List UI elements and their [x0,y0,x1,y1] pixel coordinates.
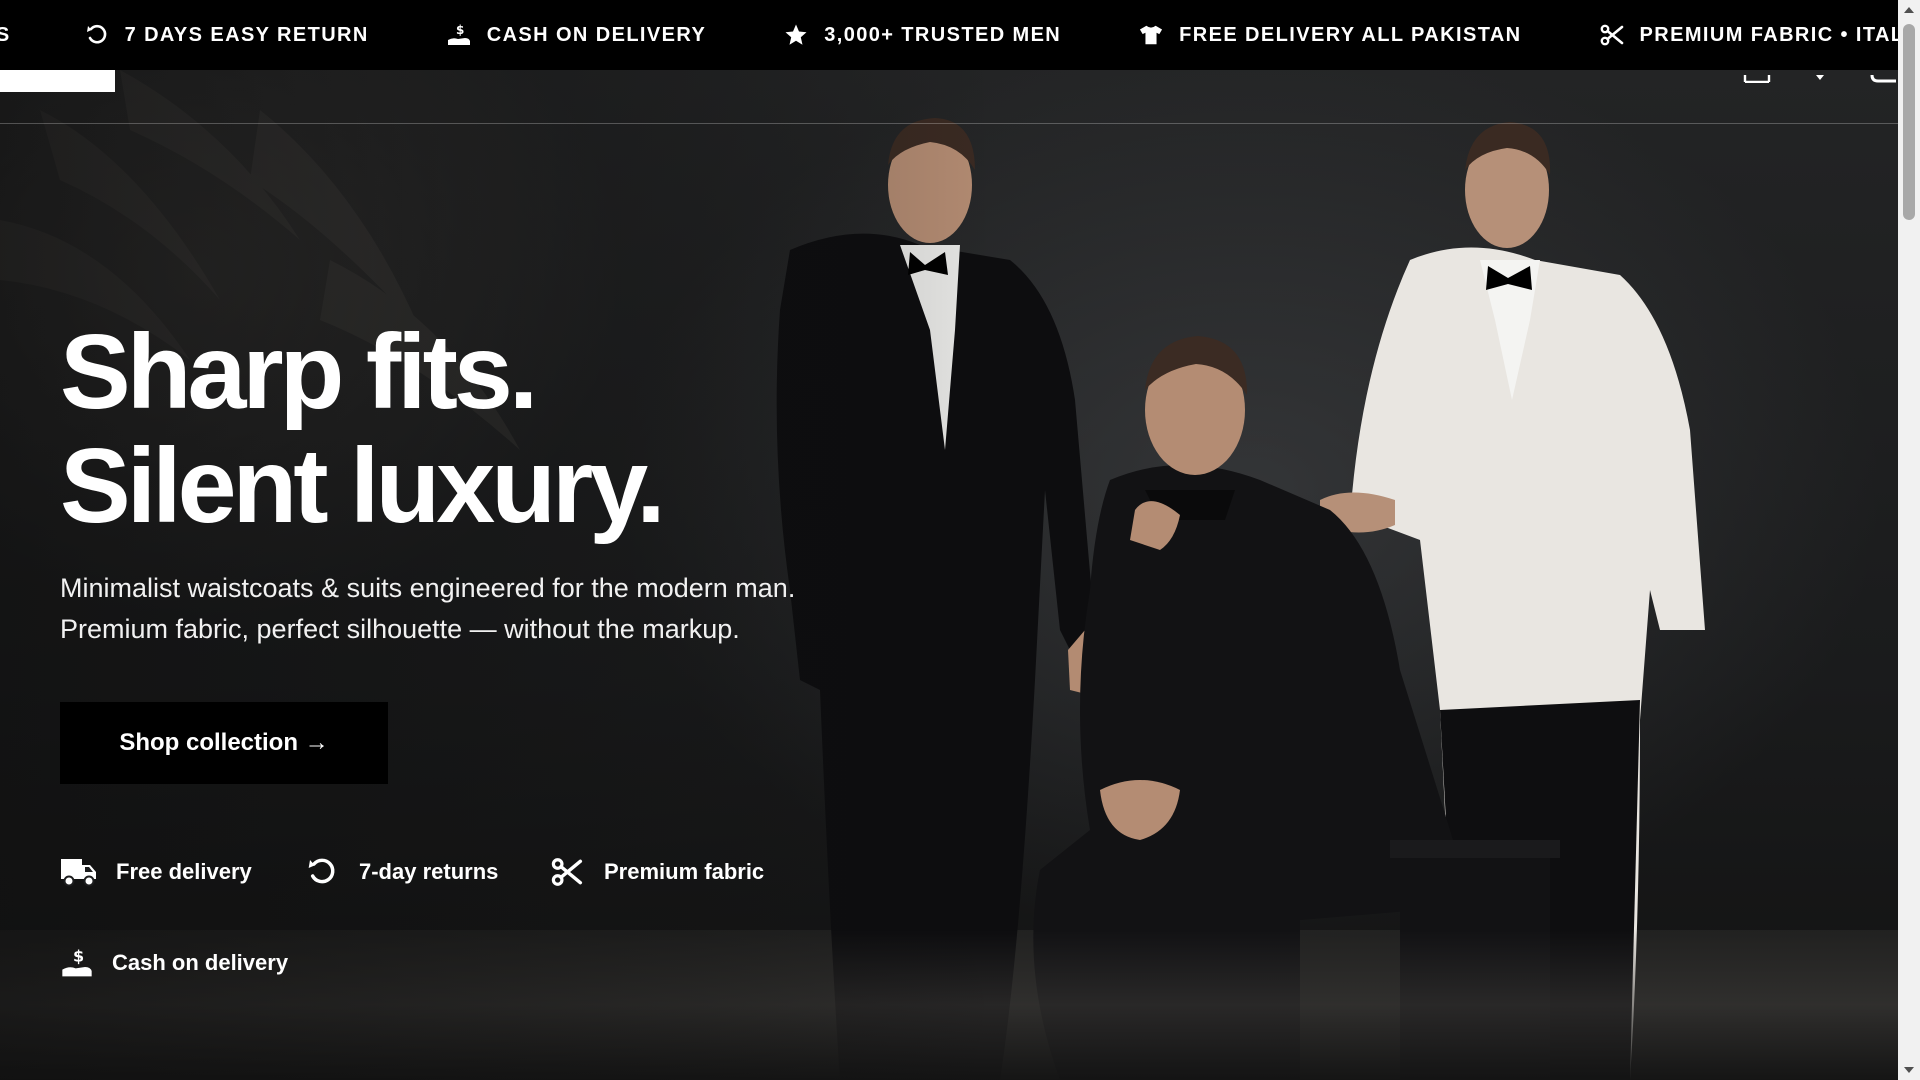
cash-hand-icon: $ [60,946,94,980]
site-header [0,70,1898,124]
announcement-item: PREMIUM FABRIC • ITAL [1600,23,1898,47]
subtext-line: Minimalist waistcoats & suits engineered… [60,573,796,603]
return-icon [303,855,341,889]
feature-returns: 7-day returns [303,852,498,892]
announcement-bar: DS 7 DAYS EASY RETURN $ CASH ON DELIVERY… [0,0,1898,70]
cart-icon[interactable] [1870,70,1896,83]
announcement-item: DS [0,24,11,47]
scissors-icon [548,855,586,889]
scroll-down-arrow[interactable] [1898,1060,1920,1080]
feature-label: Cash on delivery [112,950,289,975]
feature-label: 7-day returns [359,859,499,884]
shop-collection-button[interactable]: Shop collection → [60,702,388,784]
feature-cash-on-delivery: $ Cash on delivery [60,943,288,983]
cash-hand-icon: $ [447,23,471,47]
announcement-text: DS [0,23,11,46]
hero-section: Sharp fits. Silent luxury. Minimalist wa… [0,70,1898,1080]
return-icon [85,23,109,47]
hero-headline: Sharp fits. Silent luxury. [60,315,860,543]
feature-free-delivery: Free delivery [60,852,252,892]
announcement-item: $ CASH ON DELIVERY [447,23,706,47]
feature-label: Free delivery [116,859,252,884]
scrollbar[interactable] [1898,0,1920,1080]
announcement-text: PREMIUM FABRIC • ITAL [1639,23,1898,46]
headline-line: Silent luxury. [60,427,666,545]
hero-subtext: Minimalist waistcoats & suits engineered… [60,568,960,650]
announcement-text: 3,000+ TRUSTED MEN [824,23,1062,46]
feature-premium-fabric: Premium fabric [548,852,764,892]
announcement-text: CASH ON DELIVERY [486,23,707,46]
svg-text:$: $ [456,23,464,37]
announcement-text: FREE DELIVERY ALL PAKISTAN [1179,23,1522,46]
feature-label: Premium fabric [604,859,765,884]
account-icon[interactable] [1743,70,1771,84]
scroll-up-arrow[interactable] [1898,0,1920,20]
tshirt-icon [1139,23,1163,47]
announcement-item: 7 DAYS EASY RETURN [85,23,369,47]
star-icon [784,23,808,47]
search-icon[interactable] [1813,70,1827,80]
svg-text:$: $ [73,947,84,966]
announcement-item: FREE DELIVERY ALL PAKISTAN [1139,23,1521,47]
logo[interactable] [0,70,115,92]
scrollbar-thumb[interactable] [1903,24,1915,220]
announcement-text: 7 DAYS EASY RETURN [124,23,369,46]
truck-icon [60,855,98,889]
scissors-icon [1600,23,1624,47]
headline-line: Sharp fits. [60,313,538,431]
subtext-line: Premium fabric, perfect silhouette — wit… [60,614,740,644]
announcement-item: 3,000+ TRUSTED MEN [784,23,1061,47]
announcement-marquee: DS 7 DAYS EASY RETURN $ CASH ON DELIVERY… [0,0,1898,70]
